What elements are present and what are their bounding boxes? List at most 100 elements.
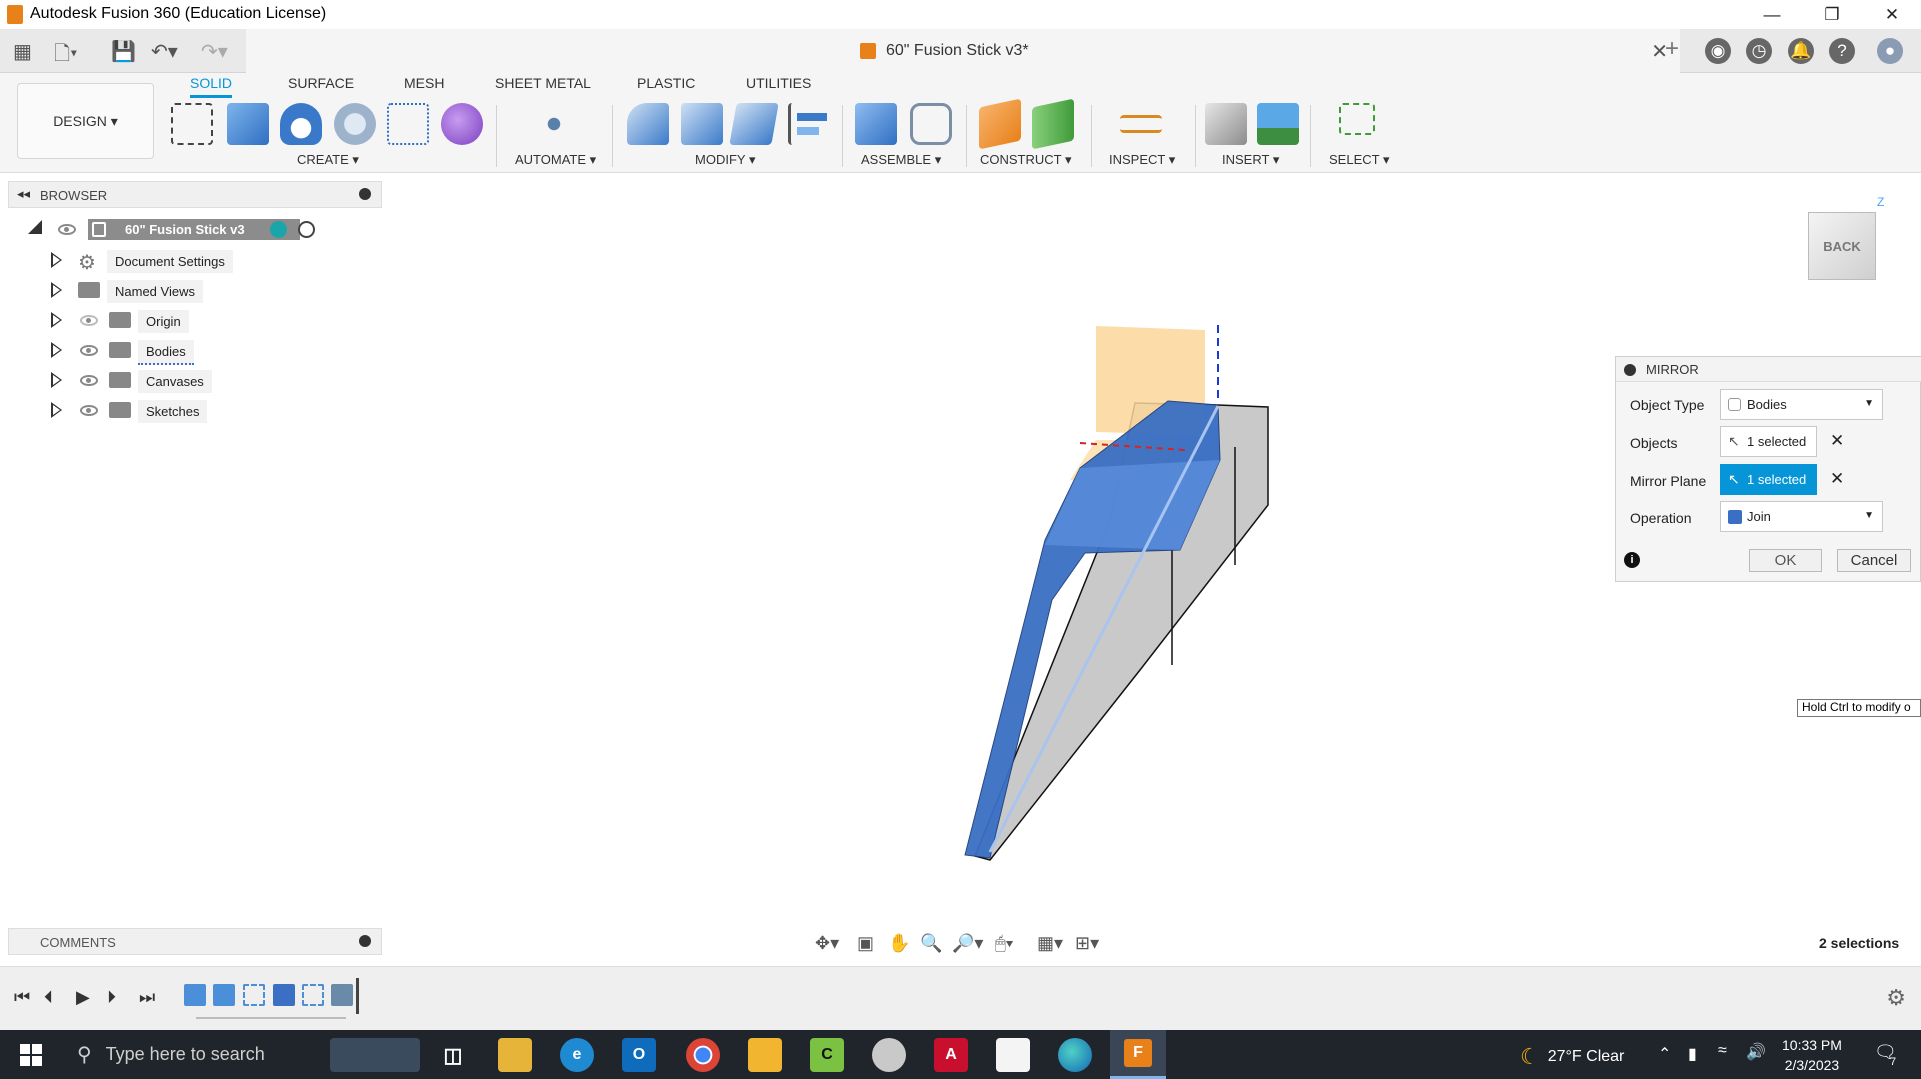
activate-component-icon[interactable] bbox=[270, 221, 287, 238]
timeline-feature-sketch[interactable] bbox=[184, 984, 206, 1006]
new-component-icon[interactable] bbox=[855, 103, 897, 145]
browser-collapse-icon[interactable] bbox=[359, 188, 371, 200]
windows-start-icon[interactable] bbox=[20, 1044, 42, 1066]
tab-utilities[interactable]: UTILITIES bbox=[746, 75, 811, 95]
collapse-dialog-icon[interactable] bbox=[1624, 364, 1636, 376]
ok-button[interactable]: OK bbox=[1749, 549, 1822, 572]
objects-selector[interactable]: ↖ 1 selected bbox=[1720, 426, 1817, 457]
visibility-eye-icon[interactable] bbox=[58, 224, 76, 235]
timeline-feature-extrude[interactable] bbox=[273, 984, 295, 1006]
volume-icon[interactable]: 🔊 bbox=[1746, 1042, 1766, 1062]
tab-sheet-metal[interactable]: SHEET METAL bbox=[495, 75, 591, 95]
browser-panel-header[interactable]: ◂◂ BROWSER bbox=[8, 181, 382, 208]
undo-icon[interactable]: ↶▾ bbox=[151, 39, 178, 64]
user-avatar[interactable]: ● bbox=[1877, 38, 1903, 64]
timeline-feature-sketch[interactable] bbox=[302, 984, 324, 1006]
timeline-feature-sketch[interactable] bbox=[243, 984, 265, 1006]
help-icon[interactable]: ? bbox=[1829, 38, 1855, 64]
fusion-taskbar-button[interactable]: F bbox=[1110, 1030, 1166, 1079]
visibility-eye-icon[interactable] bbox=[80, 345, 98, 356]
document-tab[interactable]: 60" Fusion Stick v3* ✕ bbox=[246, 29, 1680, 73]
expand-triangle-icon[interactable] bbox=[51, 402, 62, 418]
file-explorer-icon[interactable] bbox=[498, 1038, 532, 1072]
notifications-icon[interactable]: 🔔 bbox=[1788, 38, 1814, 64]
weather-widget[interactable]: ☾ 27°F Clear bbox=[1520, 1044, 1624, 1070]
info-icon[interactable]: i bbox=[1624, 552, 1640, 568]
mirror-plane-selector[interactable]: ↖ 1 selected bbox=[1720, 464, 1817, 495]
chrome-icon[interactable] bbox=[686, 1038, 720, 1072]
app-grid-icon[interactable]: ▦ bbox=[13, 39, 32, 64]
close-window-button[interactable]: ✕ bbox=[1863, 0, 1921, 29]
restore-button[interactable]: ❐ bbox=[1803, 0, 1861, 29]
autocad-icon[interactable]: A bbox=[934, 1038, 968, 1072]
add-comment-icon[interactable] bbox=[359, 935, 371, 947]
tab-solid[interactable]: SOLID bbox=[190, 75, 233, 98]
extrude-icon[interactable] bbox=[227, 103, 269, 145]
zoom-icon[interactable]: 🔍 bbox=[920, 933, 942, 954]
taskbar-search[interactable]: ⚲ Type here to search bbox=[65, 1030, 325, 1079]
chamfer-icon[interactable] bbox=[729, 103, 779, 145]
assemble-menu[interactable]: ASSEMBLE ▾ bbox=[861, 152, 941, 168]
internet-explorer-icon[interactable]: e bbox=[560, 1038, 594, 1072]
task-view-icon[interactable]: ◫ bbox=[436, 1038, 470, 1072]
expand-triangle-icon[interactable] bbox=[51, 342, 62, 358]
play-icon[interactable]: ▶ bbox=[76, 987, 90, 1008]
tab-mesh[interactable]: MESH bbox=[404, 75, 444, 95]
go-to-end-icon[interactable]: ⏭ bbox=[139, 987, 155, 1008]
inspect-menu[interactable]: INSPECT ▾ bbox=[1109, 152, 1175, 168]
save-icon[interactable]: 💾 bbox=[111, 39, 136, 64]
pattern-icon[interactable] bbox=[387, 103, 429, 145]
expand-triangle-icon[interactable] bbox=[51, 252, 62, 268]
create-menu[interactable]: CREATE ▾ bbox=[297, 152, 359, 168]
pan-icon[interactable]: ✋ bbox=[888, 933, 910, 954]
orbit-icon[interactable]: ✥▾ bbox=[815, 933, 839, 954]
hidden-eye-icon[interactable] bbox=[80, 315, 98, 326]
automate-menu[interactable]: AUTOMATE ▾ bbox=[515, 152, 596, 168]
timeline-settings-gear-icon[interactable]: ⚙ bbox=[1886, 985, 1906, 1011]
wifi-icon[interactable]: ≈ bbox=[1718, 1042, 1727, 1060]
clear-objects-icon[interactable]: ✕ bbox=[1830, 431, 1844, 451]
new-tab-icon[interactable]: + bbox=[1665, 35, 1679, 63]
step-forward-icon[interactable]: ⏵ bbox=[107, 987, 116, 1008]
outlook-icon[interactable]: O bbox=[622, 1038, 656, 1072]
viewport-model[interactable] bbox=[950, 300, 1290, 870]
insert-menu[interactable]: INSERT ▾ bbox=[1222, 152, 1279, 168]
display-settings-icon[interactable]: 🖱▾ bbox=[995, 933, 1013, 954]
select-menu[interactable]: SELECT ▾ bbox=[1329, 152, 1389, 168]
view-cube[interactable]: BACK bbox=[1808, 212, 1876, 280]
midplane-icon[interactable] bbox=[1032, 98, 1074, 150]
timeline-feature-sketch[interactable] bbox=[213, 984, 235, 1006]
create-sketch-icon[interactable] bbox=[171, 103, 213, 145]
chevron-up-icon[interactable]: ⌃ bbox=[1658, 1044, 1671, 1064]
taskbar-clock[interactable]: 10:33 PM 2/3/2023 bbox=[1782, 1035, 1842, 1075]
revolve-icon[interactable] bbox=[280, 103, 322, 145]
expand-triangle-icon[interactable] bbox=[51, 372, 62, 388]
comments-panel-header[interactable]: COMMENTS bbox=[8, 928, 382, 955]
amsted-app-icon[interactable] bbox=[330, 1038, 420, 1072]
camtasia-icon[interactable]: C bbox=[810, 1038, 844, 1072]
joint-icon[interactable] bbox=[910, 103, 952, 145]
clear-plane-icon[interactable]: ✕ bbox=[1830, 469, 1844, 489]
visibility-eye-icon[interactable] bbox=[80, 375, 98, 386]
workspace-switcher[interactable]: DESIGN ▾ bbox=[17, 83, 154, 159]
file-menu-icon[interactable]: 🗋▾ bbox=[54, 39, 77, 73]
expand-triangle-icon[interactable] bbox=[51, 312, 62, 328]
visibility-eye-icon[interactable] bbox=[80, 405, 98, 416]
radio-target-icon[interactable] bbox=[298, 221, 315, 238]
align-icon[interactable] bbox=[788, 103, 830, 145]
measure-icon[interactable] bbox=[1120, 115, 1162, 133]
cancel-button[interactable]: Cancel bbox=[1837, 549, 1911, 572]
extensions-icon[interactable]: ◉ bbox=[1705, 38, 1731, 64]
create-form-icon[interactable] bbox=[441, 103, 483, 145]
viewports-icon[interactable]: ⊞▾ bbox=[1075, 933, 1099, 954]
folder-app-icon[interactable] bbox=[748, 1038, 782, 1072]
ti-calculator-icon[interactable] bbox=[996, 1038, 1030, 1072]
timeline-marker[interactable] bbox=[356, 978, 359, 1014]
collapse-browser-icon[interactable]: ◂◂ bbox=[17, 186, 30, 202]
mirror-dialog-header[interactable]: MIRROR bbox=[1616, 357, 1921, 382]
construct-menu[interactable]: CONSTRUCT ▾ bbox=[980, 152, 1072, 168]
go-to-start-icon[interactable]: ⏮ bbox=[14, 987, 30, 1008]
job-status-icon[interactable]: ◷ bbox=[1746, 38, 1772, 64]
offset-plane-icon[interactable] bbox=[979, 98, 1021, 150]
timeline-feature-mirror[interactable] bbox=[331, 984, 353, 1006]
